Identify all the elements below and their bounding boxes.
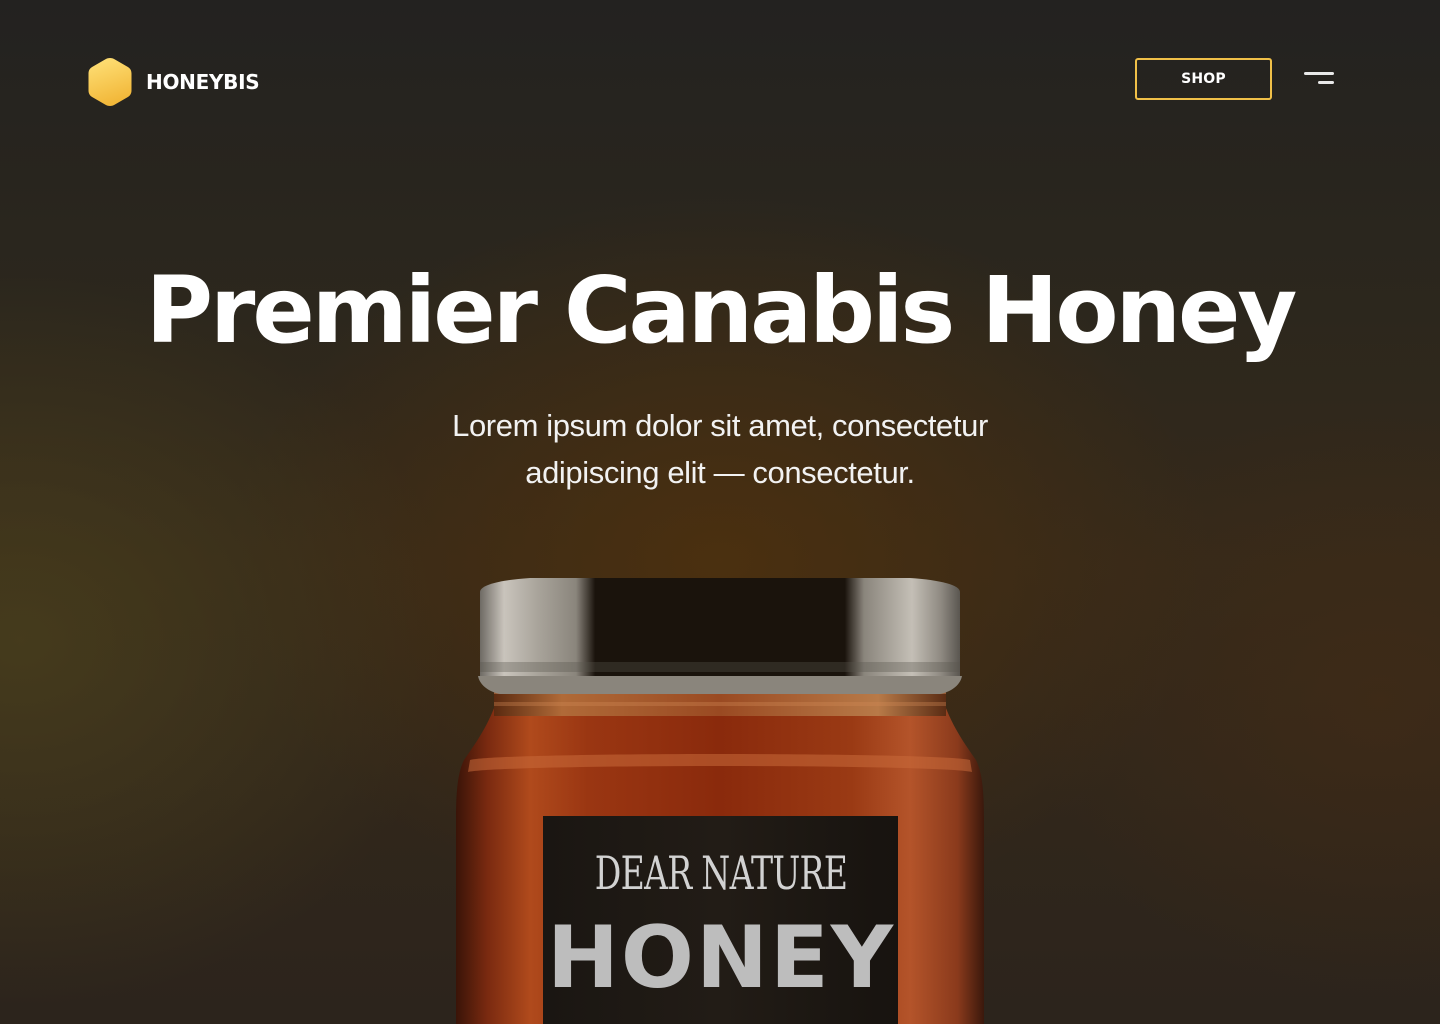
- hero-subtitle-line-1: Lorem ipsum dolor sit amet, consectetur: [452, 408, 988, 443]
- hero-title: Premier Canabis Honey: [145, 257, 1298, 364]
- shop-button[interactable]: SHOP: [1135, 58, 1272, 100]
- jar-label-brand: DEAR NATURE: [594, 846, 848, 900]
- brand-logo[interactable]: HONEYBIS: [88, 57, 260, 107]
- menu-button[interactable]: [1300, 66, 1340, 94]
- menu-line-bottom: [1318, 81, 1334, 84]
- brand-name: HONEYBIS: [146, 70, 260, 94]
- menu-line-top: [1304, 72, 1334, 75]
- site-header: HONEYBIS SHOP: [0, 0, 1440, 160]
- hero-subtitle: Lorem ipsum dolor sit amet, consectetur …: [420, 402, 1020, 496]
- hexagon-logo-icon: [88, 58, 132, 107]
- hero-subtitle-line-2: adipiscing elit — consectetur.: [525, 455, 915, 490]
- jar-label-name: HONEY: [546, 908, 896, 1008]
